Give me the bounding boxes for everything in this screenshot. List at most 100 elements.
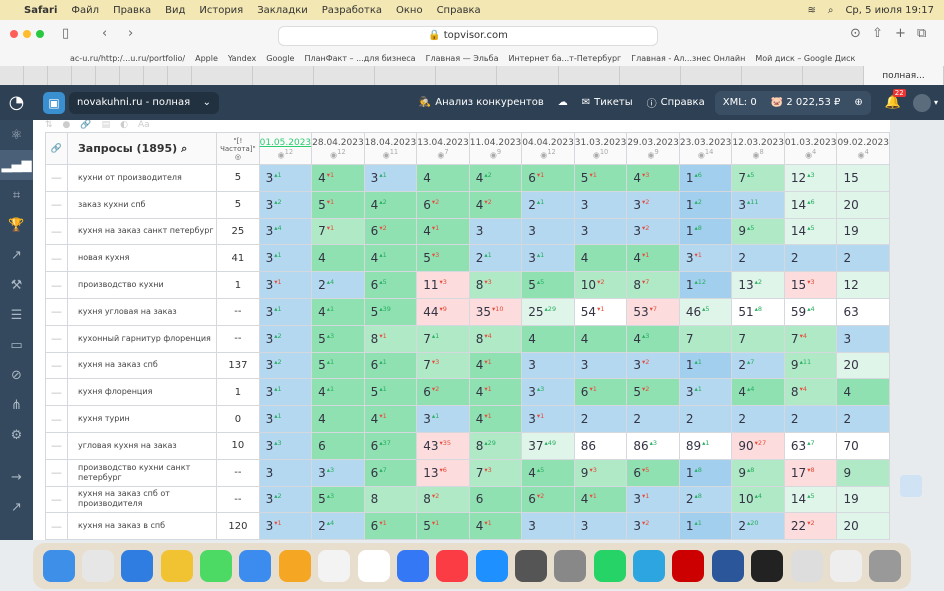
query-text[interactable]: кухня на заказ спб bbox=[66, 351, 218, 380]
date-column-header[interactable]: 13.04.2023 ◉7 bbox=[416, 132, 470, 165]
position-cell[interactable]: 3▾1 bbox=[258, 512, 313, 540]
query-text[interactable]: кухня турин bbox=[66, 405, 218, 433]
position-cell[interactable]: 3▴2 bbox=[258, 351, 313, 380]
tab[interactable] bbox=[314, 66, 376, 85]
dock-app-icon[interactable] bbox=[239, 550, 272, 582]
position-cell[interactable]: 2 bbox=[678, 405, 733, 433]
position-cell[interactable]: 46▴5 bbox=[678, 297, 733, 326]
position-cell[interactable]: 7▾3 bbox=[416, 351, 470, 380]
position-cell[interactable]: 3▴1 bbox=[258, 164, 313, 192]
download-icon[interactable]: ⊙ bbox=[850, 26, 861, 41]
table-row[interactable]: — новая кухня 41 3▴1 4 4▴1 5▾3 2▴1 3▴1 4 4▾1 3▾1 2 2 2 bbox=[45, 244, 890, 273]
position-cell[interactable]: 3 bbox=[521, 217, 575, 246]
position-cell[interactable]: 8▾1 bbox=[363, 324, 418, 353]
query-text[interactable]: кухня на заказ спб от производителя bbox=[66, 485, 218, 514]
position-cell[interactable]: 4▴5 bbox=[521, 458, 575, 487]
position-cell[interactable]: 90▾27 bbox=[731, 431, 785, 460]
position-cell[interactable]: 2 bbox=[626, 405, 680, 433]
position-cell[interactable]: 4▴1 bbox=[363, 244, 418, 273]
dock-app-icon[interactable] bbox=[829, 550, 862, 582]
position-cell[interactable]: 8 bbox=[363, 485, 418, 514]
position-cell[interactable]: 2 bbox=[783, 244, 838, 273]
xml-limit[interactable]: XML: 0 bbox=[723, 97, 757, 108]
position-cell[interactable]: 3▾2 bbox=[626, 351, 680, 380]
position-cell[interactable]: 3 bbox=[573, 512, 628, 540]
position-cell[interactable]: 3 bbox=[573, 217, 628, 246]
tab[interactable] bbox=[803, 66, 865, 85]
position-cell[interactable]: 3▴2 bbox=[258, 324, 313, 353]
tabs-overview-icon[interactable]: ⧉ bbox=[917, 26, 926, 41]
position-cell[interactable]: 19 bbox=[836, 217, 890, 246]
tab[interactable] bbox=[620, 66, 681, 85]
position-cell[interactable]: 6▴37 bbox=[363, 431, 418, 460]
balance[interactable]: 🐷 2 022,53 ₽ bbox=[771, 97, 841, 108]
query-text[interactable]: кухни от производителя bbox=[66, 164, 218, 192]
position-cell[interactable]: 2▴1 bbox=[468, 244, 523, 273]
query-text[interactable]: кухня флоренция bbox=[66, 378, 218, 407]
dock-app-icon[interactable] bbox=[396, 550, 429, 582]
position-cell[interactable]: 70 bbox=[836, 431, 890, 460]
bookmark[interactable]: ПланФакт – ...для бизнеса bbox=[304, 54, 415, 63]
position-cell[interactable]: 3 bbox=[573, 190, 628, 219]
position-cell[interactable]: 3▾1 bbox=[521, 405, 575, 433]
position-cell[interactable]: 3▴1 bbox=[258, 405, 313, 433]
row-menu-icon[interactable]: — bbox=[45, 378, 68, 407]
position-cell[interactable]: 9▴8 bbox=[731, 458, 785, 487]
position-cell[interactable]: 3▴3 bbox=[258, 431, 313, 460]
position-cell[interactable]: 3▾1 bbox=[678, 244, 733, 273]
position-cell[interactable]: 9▴11 bbox=[783, 351, 838, 380]
position-cell[interactable]: 4▴2 bbox=[363, 190, 418, 219]
position-cell[interactable]: 4▾2 bbox=[468, 190, 523, 219]
query-text[interactable]: кухня на заказ санкт петербург bbox=[66, 217, 218, 246]
new-tab-icon[interactable]: + bbox=[895, 26, 906, 41]
back-icon[interactable]: ‹ bbox=[102, 26, 107, 41]
position-cell[interactable]: 13▾6 bbox=[416, 458, 470, 487]
queries-header[interactable]: Запросы (1895) ⌕ bbox=[66, 132, 218, 165]
position-cell[interactable]: 8▾7 bbox=[626, 271, 680, 299]
sidebar-item-positions-icon[interactable]: ▂▄▆ bbox=[0, 150, 33, 180]
position-cell[interactable]: 3▴2 bbox=[258, 485, 313, 514]
position-cell[interactable]: 7▾3 bbox=[468, 458, 523, 487]
pinned-tab[interactable] bbox=[96, 66, 120, 85]
sidebar-item-tools-icon[interactable]: ⚒ bbox=[0, 270, 33, 300]
sort-icon[interactable]: ⇅ bbox=[45, 120, 53, 132]
position-cell[interactable]: 4▴1 bbox=[311, 378, 365, 407]
position-cell[interactable]: 5▴1 bbox=[363, 378, 418, 407]
date-column-header[interactable]: 12.03.2023 ◉8 bbox=[731, 132, 785, 165]
position-cell[interactable]: 1▴6 bbox=[678, 164, 733, 192]
link-column-header[interactable]: 🔗 bbox=[45, 132, 68, 165]
position-cell[interactable]: 9 bbox=[836, 458, 890, 487]
external-link-icon[interactable]: ↗ bbox=[0, 492, 33, 522]
query-text[interactable]: новая кухня bbox=[66, 244, 218, 273]
position-cell[interactable]: 1▴1 bbox=[678, 351, 733, 380]
row-menu-icon[interactable]: — bbox=[45, 217, 68, 246]
position-cell[interactable]: 4▾1 bbox=[311, 164, 365, 192]
position-cell[interactable]: 3▴1 bbox=[416, 405, 470, 433]
pinned-tab[interactable] bbox=[0, 66, 24, 85]
position-cell[interactable]: 4 bbox=[416, 164, 470, 192]
table-row[interactable]: — кухня на заказ спб от производителя -- 3▴… bbox=[45, 485, 890, 514]
position-cell[interactable]: 4 bbox=[311, 244, 365, 273]
sidebar-expand-icon[interactable]: → bbox=[0, 462, 33, 492]
position-cell[interactable]: 14▴6 bbox=[783, 190, 838, 219]
position-cell[interactable]: 1▴1 bbox=[678, 512, 733, 540]
sidebar-item-sitemap-icon[interactable]: ⋔ bbox=[0, 390, 33, 420]
position-cell[interactable]: 3 bbox=[521, 351, 575, 380]
position-cell[interactable]: 2▴4 bbox=[311, 271, 365, 299]
position-cell[interactable]: 5▾3 bbox=[416, 244, 470, 273]
notifications-bell-icon[interactable]: 🔔 22 bbox=[885, 89, 906, 110]
position-cell[interactable]: 5▴3 bbox=[311, 485, 365, 514]
position-cell[interactable]: 3▴1 bbox=[521, 244, 575, 273]
table-row[interactable]: — кухня флоренция 1 3▴1 4▴1 5▴1 6▾2 4▾1 3▴3 6▾1 5▾… bbox=[45, 378, 890, 407]
date-column-header[interactable]: 28.04.2023 ◉12 bbox=[311, 132, 365, 165]
query-text[interactable]: заказ кухни спб bbox=[66, 190, 218, 219]
position-cell[interactable]: 4▾1 bbox=[468, 351, 523, 380]
position-cell[interactable]: 6▴5 bbox=[363, 271, 418, 299]
tab[interactable] bbox=[742, 66, 803, 85]
sidebar-toggle-icon[interactable]: ▯ bbox=[62, 26, 69, 41]
position-cell[interactable]: 14▴5 bbox=[783, 217, 838, 246]
position-cell[interactable]: 2▴20 bbox=[731, 512, 785, 540]
dock-app-icon[interactable] bbox=[278, 550, 311, 582]
frequency-header[interactable]: "[!Частота]" ◎ bbox=[216, 132, 260, 165]
position-cell[interactable]: 3▴1 bbox=[258, 297, 313, 326]
